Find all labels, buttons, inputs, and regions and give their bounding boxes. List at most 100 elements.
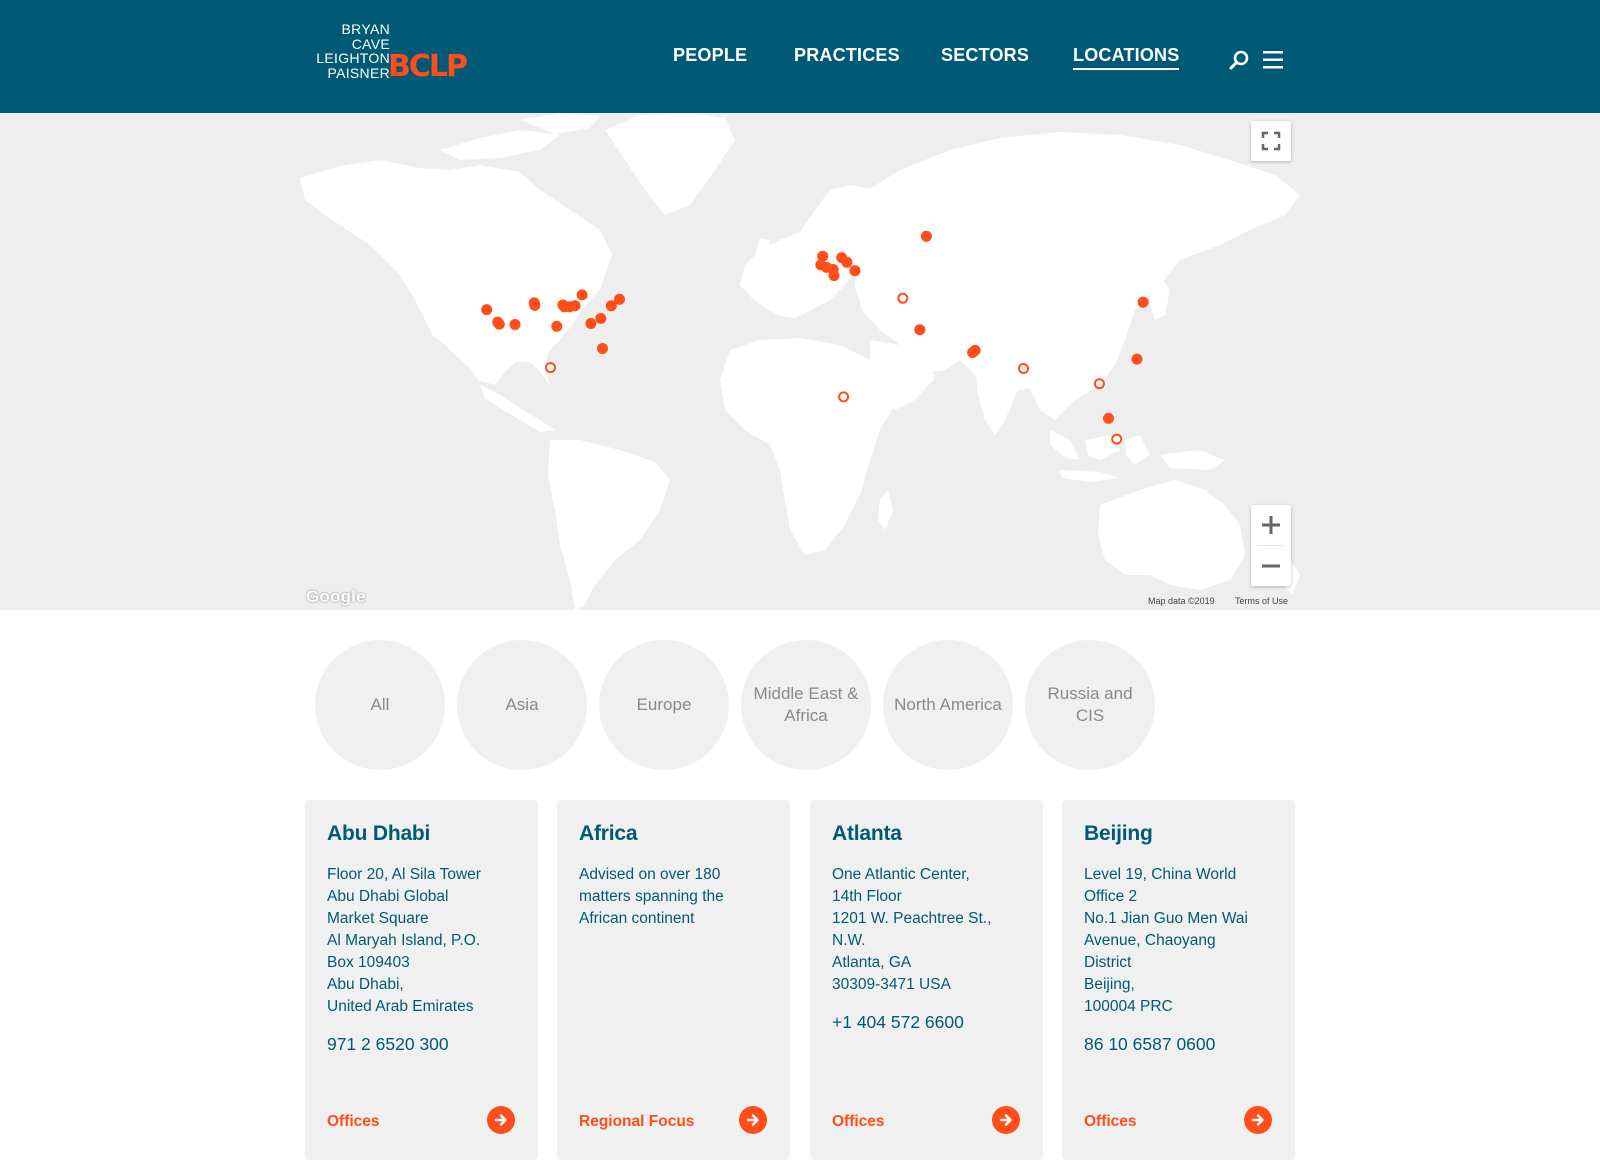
office-marker[interactable] xyxy=(569,300,581,312)
description-line: matters spanning the xyxy=(579,888,724,905)
office-marker[interactable] xyxy=(614,293,625,305)
regional-focus-marker[interactable] xyxy=(1093,378,1105,390)
location-card-africa: Africa Advised on over 180 matters spann… xyxy=(557,800,790,1160)
office-marker[interactable] xyxy=(1131,353,1143,365)
logo-wordmark: BRYAN CAVE LEIGHTON PAISNER xyxy=(308,22,390,80)
regional-focus-marker[interactable] xyxy=(1018,363,1029,374)
address-line: One Atlantic Center, xyxy=(832,866,970,883)
fullscreen-icon xyxy=(1261,131,1281,151)
bclp-logo[interactable]: BRYAN CAVE LEIGHTON PAISNER BCLP xyxy=(308,22,468,84)
google-logo[interactable]: Google xyxy=(306,587,366,607)
map-data-credit: Map data ©2019 xyxy=(1148,596,1215,606)
office-marker[interactable] xyxy=(841,256,853,268)
office-marker[interactable] xyxy=(828,270,840,282)
card-phone[interactable]: +1 404 572 6600 xyxy=(832,1012,964,1033)
address-line: Atlanta, GA xyxy=(832,954,912,971)
address-line: 14th Floor xyxy=(832,888,902,905)
terms-of-use-link[interactable]: Terms of Use xyxy=(1235,596,1288,606)
arrow-right-icon[interactable] xyxy=(1244,1106,1272,1134)
card-description: Advised on over 180 matters spanning the… xyxy=(579,864,779,930)
filter-middle-east-africa[interactable]: Middle East & Africa xyxy=(741,640,871,770)
logo-line: CAVE xyxy=(351,35,390,52)
card-link[interactable]: Offices xyxy=(1084,1113,1137,1131)
office-marker[interactable] xyxy=(585,318,597,329)
menu-icon[interactable] xyxy=(1262,48,1284,72)
address-line: Office 2 xyxy=(1084,888,1138,905)
office-marker[interactable] xyxy=(576,289,588,301)
regional-focus-marker[interactable] xyxy=(838,391,850,403)
address-line: No.1 Jian Guo Men Wai xyxy=(1084,910,1248,927)
office-marker[interactable] xyxy=(1103,412,1114,424)
office-marker[interactable] xyxy=(509,319,521,330)
address-line: Box 109403 xyxy=(327,954,410,971)
logo-line: PAISNER xyxy=(327,64,390,81)
filter-europe[interactable]: Europe xyxy=(599,640,729,770)
office-marker[interactable] xyxy=(595,313,607,324)
address-line: 30309-3471 USA xyxy=(832,976,951,993)
office-markers xyxy=(481,230,1149,445)
card-title: Atlanta xyxy=(832,822,902,845)
office-marker[interactable] xyxy=(914,324,926,336)
arrow-right-icon[interactable] xyxy=(487,1106,515,1134)
office-marker[interactable] xyxy=(529,299,541,311)
office-marker[interactable] xyxy=(969,344,981,356)
zoom-out-icon xyxy=(1262,564,1280,568)
nav-people[interactable]: PEOPLE xyxy=(673,45,747,66)
zoom-in-button[interactable] xyxy=(1251,505,1291,545)
regional-focus-marker[interactable] xyxy=(897,292,909,304)
address-line: United Arab Emirates xyxy=(327,998,474,1015)
address-line: Market Square xyxy=(327,910,429,927)
address-line: Beijing, xyxy=(1084,976,1135,993)
address-line: Avenue, Chaoyang xyxy=(1084,932,1216,949)
address-line: 100004 PRC xyxy=(1084,998,1173,1015)
regional-focus-marker[interactable] xyxy=(545,362,556,374)
address-line: Floor 20, Al Sila Tower xyxy=(327,866,481,883)
fullscreen-button[interactable] xyxy=(1251,121,1291,161)
address-line: Al Maryah Island, P.O. xyxy=(327,932,481,949)
logo-monogram: BCLP xyxy=(388,49,468,84)
site-header: BRYAN CAVE LEIGHTON PAISNER BCLP PEOPLE … xyxy=(0,0,1600,113)
filter-north-america[interactable]: North America xyxy=(883,640,1013,770)
office-marker[interactable] xyxy=(1137,296,1149,308)
card-link[interactable]: Offices xyxy=(832,1113,885,1131)
card-link[interactable]: Offices xyxy=(327,1113,380,1131)
filter-asia[interactable]: Asia xyxy=(457,640,587,770)
office-marker[interactable] xyxy=(920,230,932,242)
zoom-in-icon xyxy=(1262,516,1280,534)
address-line: 1201 W. Peachtree St., xyxy=(832,910,992,927)
card-address: Level 19, China World Office 2 No.1 Jian… xyxy=(1084,864,1284,1018)
card-title: Beijing xyxy=(1084,822,1153,845)
office-marker[interactable] xyxy=(551,320,563,332)
nav-sectors[interactable]: SECTORS xyxy=(941,45,1029,66)
address-line: Abu Dhabi Global xyxy=(327,888,449,905)
zoom-out-button[interactable] xyxy=(1251,546,1291,586)
location-card-atlanta: Atlanta One Atlantic Center, 14th Floor … xyxy=(810,800,1043,1160)
card-link[interactable]: Regional Focus xyxy=(579,1113,694,1131)
arrow-right-icon[interactable] xyxy=(992,1106,1020,1134)
office-marker[interactable] xyxy=(597,343,608,354)
card-phone[interactable]: 971 2 6520 300 xyxy=(327,1034,449,1055)
regional-focus-marker[interactable] xyxy=(1111,433,1123,445)
nav-locations[interactable]: LOCATIONS xyxy=(1073,45,1180,70)
location-card-abu-dhabi: Abu Dhabi Floor 20, Al Sila Tower Abu Dh… xyxy=(305,800,538,1160)
card-address: One Atlantic Center, 14th Floor 1201 W. … xyxy=(832,864,1032,996)
filter-all[interactable]: All xyxy=(315,640,445,770)
description-line: Advised on over 180 xyxy=(579,866,721,883)
description-line: African continent xyxy=(579,910,695,927)
office-marker[interactable] xyxy=(493,318,505,330)
card-address: Floor 20, Al Sila Tower Abu Dhabi Global… xyxy=(327,864,527,1018)
zoom-controls xyxy=(1251,505,1291,586)
search-icon[interactable] xyxy=(1227,48,1251,72)
address-line: Abu Dhabi, xyxy=(327,976,404,993)
address-line: District xyxy=(1084,954,1132,971)
address-line: Level 19, China World xyxy=(1084,866,1237,883)
nav-practices[interactable]: PRACTICES xyxy=(794,45,900,66)
locations-map[interactable]: Google Map data ©2019 Terms of Use xyxy=(0,113,1600,610)
office-marker[interactable] xyxy=(849,265,861,277)
office-marker[interactable] xyxy=(481,304,493,316)
card-phone[interactable]: 86 10 6587 0600 xyxy=(1084,1034,1215,1055)
filter-russia-cis[interactable]: Russia and CIS xyxy=(1025,640,1155,770)
card-title: Africa xyxy=(579,822,638,845)
logo-line: BRYAN xyxy=(341,21,390,37)
arrow-right-icon[interactable] xyxy=(739,1106,767,1134)
